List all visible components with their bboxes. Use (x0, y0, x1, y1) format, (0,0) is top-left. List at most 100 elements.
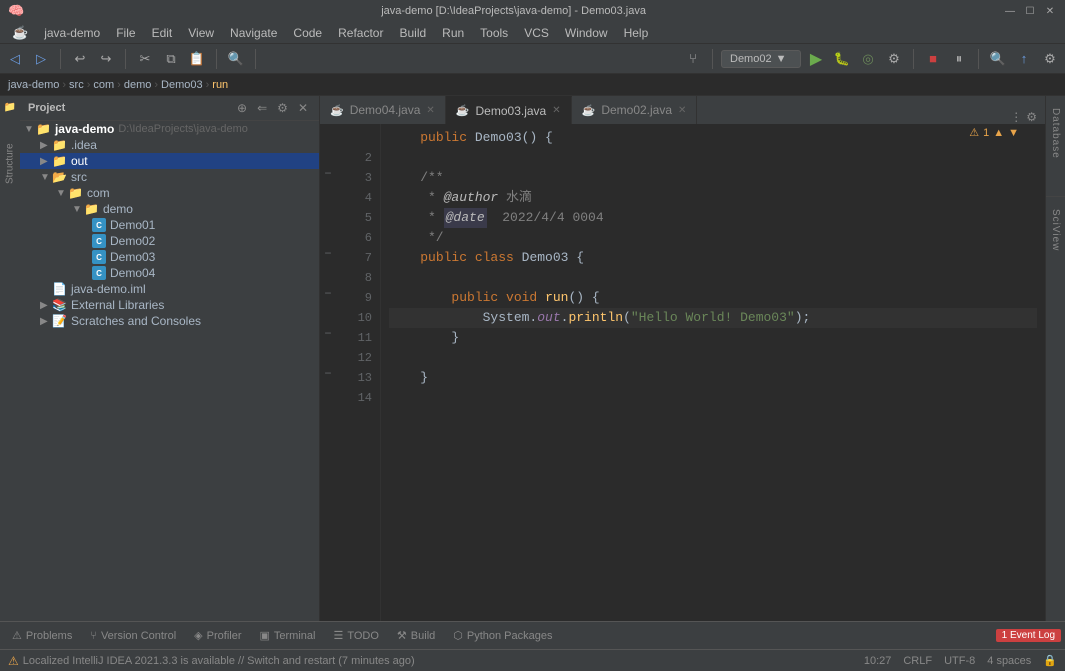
tabs-action-more[interactable]: ⋮ (1010, 110, 1022, 124)
forward-button[interactable]: ▷ (30, 48, 52, 70)
paste-button[interactable]: 📋 (186, 48, 208, 70)
menu-item-run[interactable]: Run (434, 24, 472, 42)
project-panel-icons: ⊕ ⇐ ⚙ ✕ (234, 100, 311, 116)
bc-run[interactable]: run (212, 79, 228, 91)
structure-label[interactable]: Structure (2, 152, 18, 176)
bottom-tab-python-packages[interactable]: ⬡ Python Packages (445, 626, 560, 645)
indent[interactable]: 4 spaces (987, 655, 1031, 667)
tree-scratches[interactable]: ▶ 📝 Scratches and Consoles (20, 313, 319, 329)
tree-src[interactable]: ▼ 📂 src (20, 169, 319, 185)
bc-sep-4: › (154, 79, 158, 91)
bc-com[interactable]: com (93, 79, 114, 91)
redo-button[interactable]: ↪ (95, 48, 117, 70)
menu-item-view[interactable]: View (180, 24, 222, 42)
menu-item-refactor[interactable]: Refactor (330, 24, 391, 42)
menu-item-java-demo[interactable]: java-demo (36, 24, 108, 42)
pause-button[interactable]: ⏸ (948, 48, 970, 70)
search-everywhere-button[interactable]: 🔍 (225, 48, 247, 70)
warning-nav-up[interactable]: ▲ (993, 127, 1004, 139)
demo-label: demo (103, 202, 133, 216)
gutter-13[interactable]: − (320, 364, 336, 384)
run-with-coverage-button[interactable]: ◎ (857, 48, 879, 70)
tab-demo02-label: Demo02.java (601, 103, 672, 117)
bottom-tab-terminal[interactable]: ▣ Terminal (251, 626, 323, 645)
collapse-all-icon[interactable]: ⇐ (254, 100, 270, 116)
bc-project[interactable]: java-demo (8, 79, 59, 91)
gutter-7[interactable]: − (320, 244, 336, 264)
encoding[interactable]: UTF-8 (944, 655, 975, 667)
tab-demo03[interactable]: ☕ Demo03.java ✕ (446, 96, 572, 124)
toolbar: ◁ ▷ ↩ ↪ ✂ ⧉ 📋 🔍 ⑂ Demo02 ▼ ▶ 🐛 ◎ ⚙ ■ ⏸ 🔍… (0, 44, 1065, 74)
stop-button[interactable]: ■ (922, 48, 944, 70)
gutter-3[interactable]: − (320, 164, 336, 184)
bottom-tab-problems[interactable]: ⚠ Problems (4, 626, 80, 645)
bottom-tab-build[interactable]: ⚒ Build (389, 626, 443, 645)
search-button[interactable]: 🔍 (987, 48, 1009, 70)
demo02-class-icon: C (92, 234, 106, 248)
tabs-action-settings[interactable]: ⚙ (1026, 110, 1037, 124)
line-ending[interactable]: CRLF (903, 655, 932, 667)
menu-item-build[interactable]: Build (391, 24, 434, 42)
update-button[interactable]: ↑ (1013, 48, 1035, 70)
demo02-tab-close[interactable]: ✕ (678, 105, 686, 116)
close-button[interactable]: ✕ (1043, 4, 1057, 18)
code-content[interactable]: public Demo03() { /** * @author 水滴 * @da… (381, 124, 1045, 621)
demo03-tab-close[interactable]: ✕ (552, 105, 560, 116)
root-name: java-demo (55, 122, 114, 136)
demo04-tab-close[interactable]: ✕ (426, 105, 434, 116)
close-panel-icon[interactable]: ✕ (295, 100, 311, 116)
run-config-selector[interactable]: Demo02 ▼ (721, 50, 801, 68)
menu-item-tools[interactable]: Tools (472, 24, 516, 42)
more-run-options-button[interactable]: ⚙ (883, 48, 905, 70)
code-editor[interactable]: − − − − − 2 3 4 (320, 124, 1045, 621)
menu-item-edit[interactable]: Edit (144, 24, 181, 42)
tab-demo04[interactable]: ☕ Demo04.java ✕ (320, 96, 446, 124)
tree-external-libs[interactable]: ▶ 📚 External Libraries (20, 297, 319, 313)
tree-idea[interactable]: ▶ 📁 .idea (20, 137, 319, 153)
minimize-button[interactable]: — (1003, 4, 1017, 18)
tab-demo02[interactable]: ☕ Demo02.java ✕ (572, 96, 698, 124)
bc-demo03[interactable]: Demo03 (161, 79, 203, 91)
bc-src[interactable]: src (69, 79, 84, 91)
git-button[interactable]: ⑂ (682, 48, 704, 70)
tree-com[interactable]: ▼ 📁 com (20, 185, 319, 201)
sciview-label[interactable]: SciView (1050, 201, 1061, 259)
settings-button[interactable]: ⚙ (1039, 48, 1061, 70)
project-toggle-icon[interactable]: 📁 (2, 100, 18, 116)
bottom-tab-version-control[interactable]: ⑂ Version Control (82, 627, 184, 645)
bottom-tab-profiler[interactable]: ◈ Profiler (186, 626, 249, 645)
maximize-button[interactable]: ☐ (1023, 4, 1037, 18)
tree-demo01[interactable]: C Demo01 (20, 217, 319, 233)
tree-demo03[interactable]: C Demo03 (20, 249, 319, 265)
database-label[interactable]: Database (1050, 100, 1061, 167)
cut-button[interactable]: ✂ (134, 48, 156, 70)
cursor-position[interactable]: 10:27 (864, 655, 892, 667)
back-button[interactable]: ◁ (4, 48, 26, 70)
run-button[interactable]: ▶ (805, 48, 827, 70)
bc-demo[interactable]: demo (124, 79, 152, 91)
settings-panel-icon[interactable]: ⚙ (274, 100, 291, 116)
tree-out[interactable]: ▶ 📁 out (20, 153, 319, 169)
menu-item-code[interactable]: Code (285, 24, 330, 42)
menu-item-vcs[interactable]: VCS (516, 24, 557, 42)
iml-label: java-demo.iml (71, 282, 146, 296)
gutter-9[interactable]: − (320, 284, 336, 304)
undo-button[interactable]: ↩ (69, 48, 91, 70)
menu-item-file[interactable]: File (108, 24, 143, 42)
tree-iml[interactable]: 📄 java-demo.iml (20, 281, 319, 297)
gutter-11[interactable]: − (320, 324, 336, 344)
event-log-button[interactable]: 1 Event Log (996, 629, 1061, 642)
tree-demo02[interactable]: C Demo02 (20, 233, 319, 249)
menu-item-help[interactable]: Help (616, 24, 657, 42)
debug-button[interactable]: 🐛 (831, 48, 853, 70)
tree-root[interactable]: ▼ 📁 java-demo D:\IdeaProjects\java-demo (20, 121, 319, 137)
menu-item-navigate[interactable]: Navigate (222, 24, 285, 42)
add-icon[interactable]: ⊕ (234, 100, 250, 116)
menu-item-window[interactable]: Window (557, 24, 616, 42)
tree-demo[interactable]: ▼ 📁 demo (20, 201, 319, 217)
editor-warning[interactable]: ⚠ 1 ▲ ▼ (963, 124, 1025, 141)
bottom-tab-todo[interactable]: ☰ TODO (325, 626, 386, 645)
copy-button[interactable]: ⧉ (160, 48, 182, 70)
warning-nav-down[interactable]: ▼ (1008, 127, 1019, 139)
tree-demo04[interactable]: C Demo04 (20, 265, 319, 281)
